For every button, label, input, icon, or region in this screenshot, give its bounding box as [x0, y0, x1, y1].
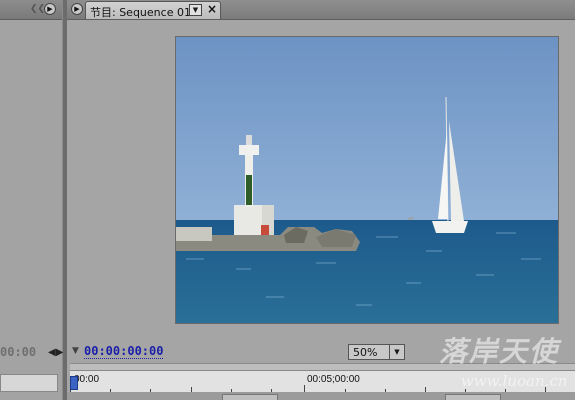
program-video-frame[interactable]	[175, 36, 559, 324]
panel-menu-icon[interactable]: ▶	[44, 3, 56, 15]
source-monitor-panel: ❮❮ ▶ 00:00 ◀▶	[0, 0, 63, 400]
chevron-down-icon[interactable]: ▼	[389, 345, 404, 359]
source-panel-tabbar: ❮❮ ▶	[0, 0, 62, 20]
program-panel-tabbar: ▶ 节目: Sequence 01 ▼ ×	[67, 0, 575, 20]
transport-button[interactable]	[445, 394, 501, 400]
work-area-bar[interactable]	[70, 363, 575, 370]
panel-menu-icon[interactable]: ▶	[71, 3, 83, 15]
program-timecode[interactable]: 00:00:00:00	[84, 344, 164, 359]
transport-button[interactable]	[222, 394, 278, 400]
panel-grip-icon[interactable]: ❮❮	[30, 2, 45, 16]
playhead-handle[interactable]	[70, 376, 78, 390]
source-time-ruler[interactable]	[0, 374, 58, 392]
chevron-down-icon[interactable]: ▼	[189, 4, 202, 16]
timecode-arrow-icon: ▼	[72, 346, 79, 356]
tab-program-sequence[interactable]: 节目: Sequence 01 ▼ ×	[85, 1, 221, 19]
close-icon[interactable]: ×	[207, 2, 217, 16]
source-jog-icon[interactable]: ◀▶	[48, 347, 63, 358]
source-timecode[interactable]: 00:00	[0, 345, 36, 359]
zoom-level-select[interactable]: 50% ▼	[348, 344, 405, 360]
ruler-label-mid: 00:05;00:00	[307, 374, 360, 385]
tab-title: 节目: Sequence 01	[90, 6, 191, 19]
time-ruler[interactable]: 00:00 00:05;00:00	[70, 370, 575, 394]
program-monitor-panel: ▶ 节目: Sequence 01 ▼ × ▼ 00:00:00:00 50% …	[67, 0, 575, 400]
zoom-value: 50%	[353, 346, 378, 359]
